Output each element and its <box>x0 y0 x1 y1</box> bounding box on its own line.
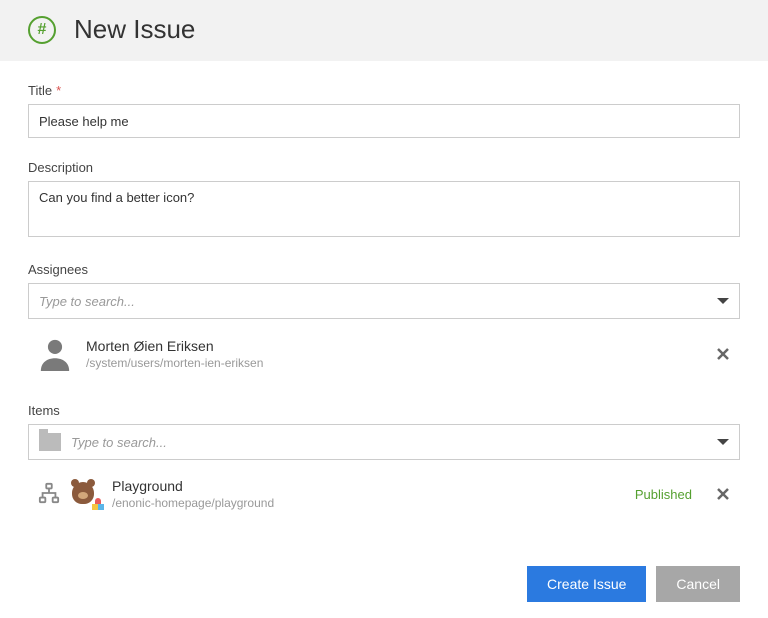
items-placeholder: Type to search... <box>71 435 167 450</box>
remove-assignee-button[interactable] <box>716 347 730 361</box>
issue-icon: # <box>28 16 56 44</box>
assignees-field: Assignees Type to search... Morten Øien … <box>28 262 740 381</box>
issue-form: Title * Description Can you find a bette… <box>0 61 768 546</box>
assignee-name: Morten Øien Eriksen <box>86 338 702 354</box>
items-field: Items Type to search... Playgroun <box>28 403 740 520</box>
assignees-placeholder: Type to search... <box>39 294 135 309</box>
create-issue-button[interactable]: Create Issue <box>527 566 646 602</box>
assignee-path: /system/users/morten-ien-eriksen <box>86 356 702 370</box>
assignee-row: Morten Øien Eriksen /system/users/morten… <box>28 327 740 381</box>
cancel-button[interactable]: Cancel <box>656 566 740 602</box>
assignees-label: Assignees <box>28 262 740 277</box>
items-combobox[interactable]: Type to search... <box>28 424 740 460</box>
item-row: Playground /enonic-homepage/playground P… <box>28 468 740 520</box>
title-input[interactable] <box>28 104 740 138</box>
folder-icon <box>39 433 61 451</box>
description-input[interactable]: Can you find a better icon? <box>28 181 740 237</box>
title-label: Title * <box>28 83 740 98</box>
description-label: Description <box>28 160 740 175</box>
dialog-header: # New Issue <box>0 0 768 61</box>
dialog-title: New Issue <box>74 14 195 45</box>
required-marker: * <box>56 83 61 98</box>
item-name: Playground <box>112 478 625 494</box>
assignees-combobox[interactable]: Type to search... <box>28 283 740 319</box>
item-thumbnail <box>70 478 102 510</box>
description-field: Description Can you find a better icon? <box>28 160 740 240</box>
user-avatar-icon <box>38 337 72 371</box>
assignee-texts: Morten Øien Eriksen /system/users/morten… <box>86 338 702 370</box>
title-label-text: Title <box>28 83 52 98</box>
item-path: /enonic-homepage/playground <box>112 496 625 510</box>
remove-item-button[interactable] <box>716 487 730 501</box>
item-status: Published <box>635 487 692 502</box>
dialog-buttons: Create Issue Cancel <box>0 566 768 618</box>
chevron-down-icon <box>717 298 729 304</box>
item-texts: Playground /enonic-homepage/playground <box>112 478 625 510</box>
tree-icon <box>38 482 60 507</box>
chevron-down-icon <box>717 439 729 445</box>
items-label: Items <box>28 403 740 418</box>
title-field: Title * <box>28 83 740 138</box>
